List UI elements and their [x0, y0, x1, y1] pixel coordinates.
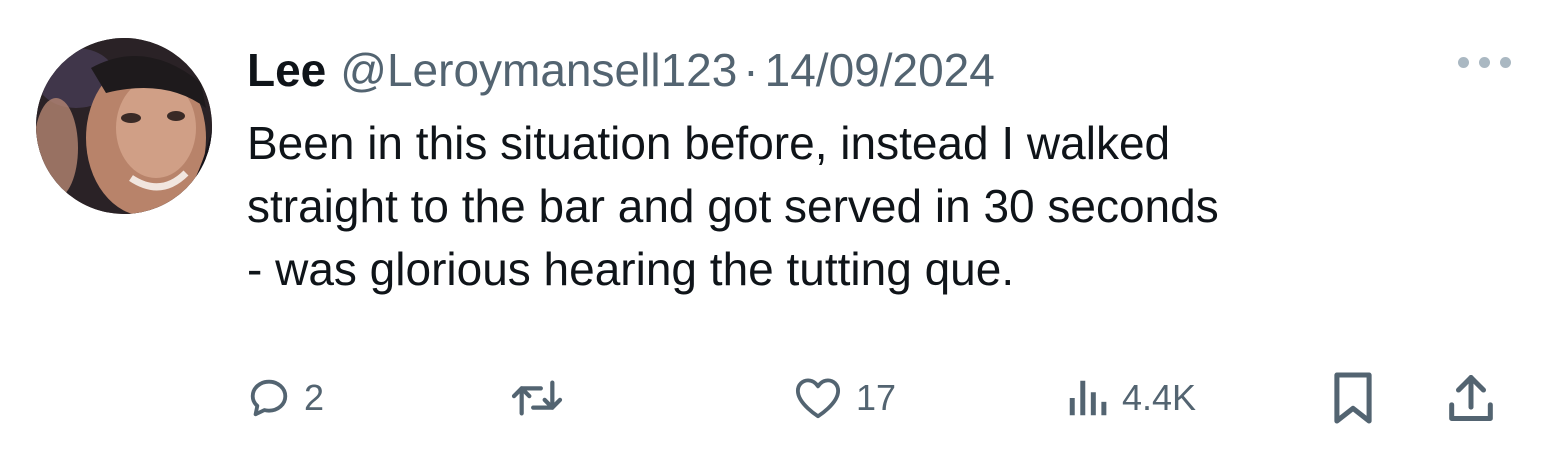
views-count: 4.4K: [1122, 377, 1197, 418]
like-button[interactable]: 17: [792, 368, 896, 428]
avatar[interactable]: [36, 38, 212, 214]
like-count: 17: [856, 377, 897, 418]
tweet-text-line: straight to the bar and got served in 30…: [247, 180, 1219, 232]
reply-count: 2: [304, 377, 325, 418]
speech-bubble-icon: [250, 379, 288, 417]
action-bar: 2 17 4.4K: [246, 368, 1526, 428]
views-button[interactable]: 4.4K: [1064, 368, 1196, 428]
retweet-button[interactable]: [508, 368, 566, 428]
bookmark-button[interactable]: [1330, 368, 1376, 428]
tweet-text-line: - was glorious hearing the tutting que.: [247, 243, 1015, 295]
upload-arrow-icon: [1449, 375, 1493, 421]
retweet-arrows-icon: [511, 380, 563, 416]
ellipsis-icon-dot: [1458, 56, 1469, 68]
tweet-header: Lee @Leroymansell123 · 14/09/2024: [247, 40, 995, 100]
author-handle[interactable]: @Leroymansell123: [340, 40, 737, 100]
ellipsis-icon-dot: [1479, 56, 1490, 68]
tweet-text: Been in this situation before, instead I…: [247, 112, 1537, 301]
bar-chart-icon: [1069, 380, 1107, 416]
more-options-button[interactable]: [1458, 52, 1514, 72]
separator-dot: ·: [743, 44, 759, 96]
share-button[interactable]: [1446, 368, 1496, 428]
tweet-text-line: Been in this situation before, instead I…: [247, 117, 1171, 169]
tweet-date[interactable]: 14/09/2024: [765, 40, 995, 100]
bookmark-icon: [1334, 372, 1372, 424]
ellipsis-icon-dot: [1500, 56, 1511, 68]
avatar-photo: [36, 38, 212, 214]
heart-icon: [795, 378, 841, 419]
author-name[interactable]: Lee: [247, 40, 326, 100]
reply-button[interactable]: 2: [246, 368, 324, 428]
